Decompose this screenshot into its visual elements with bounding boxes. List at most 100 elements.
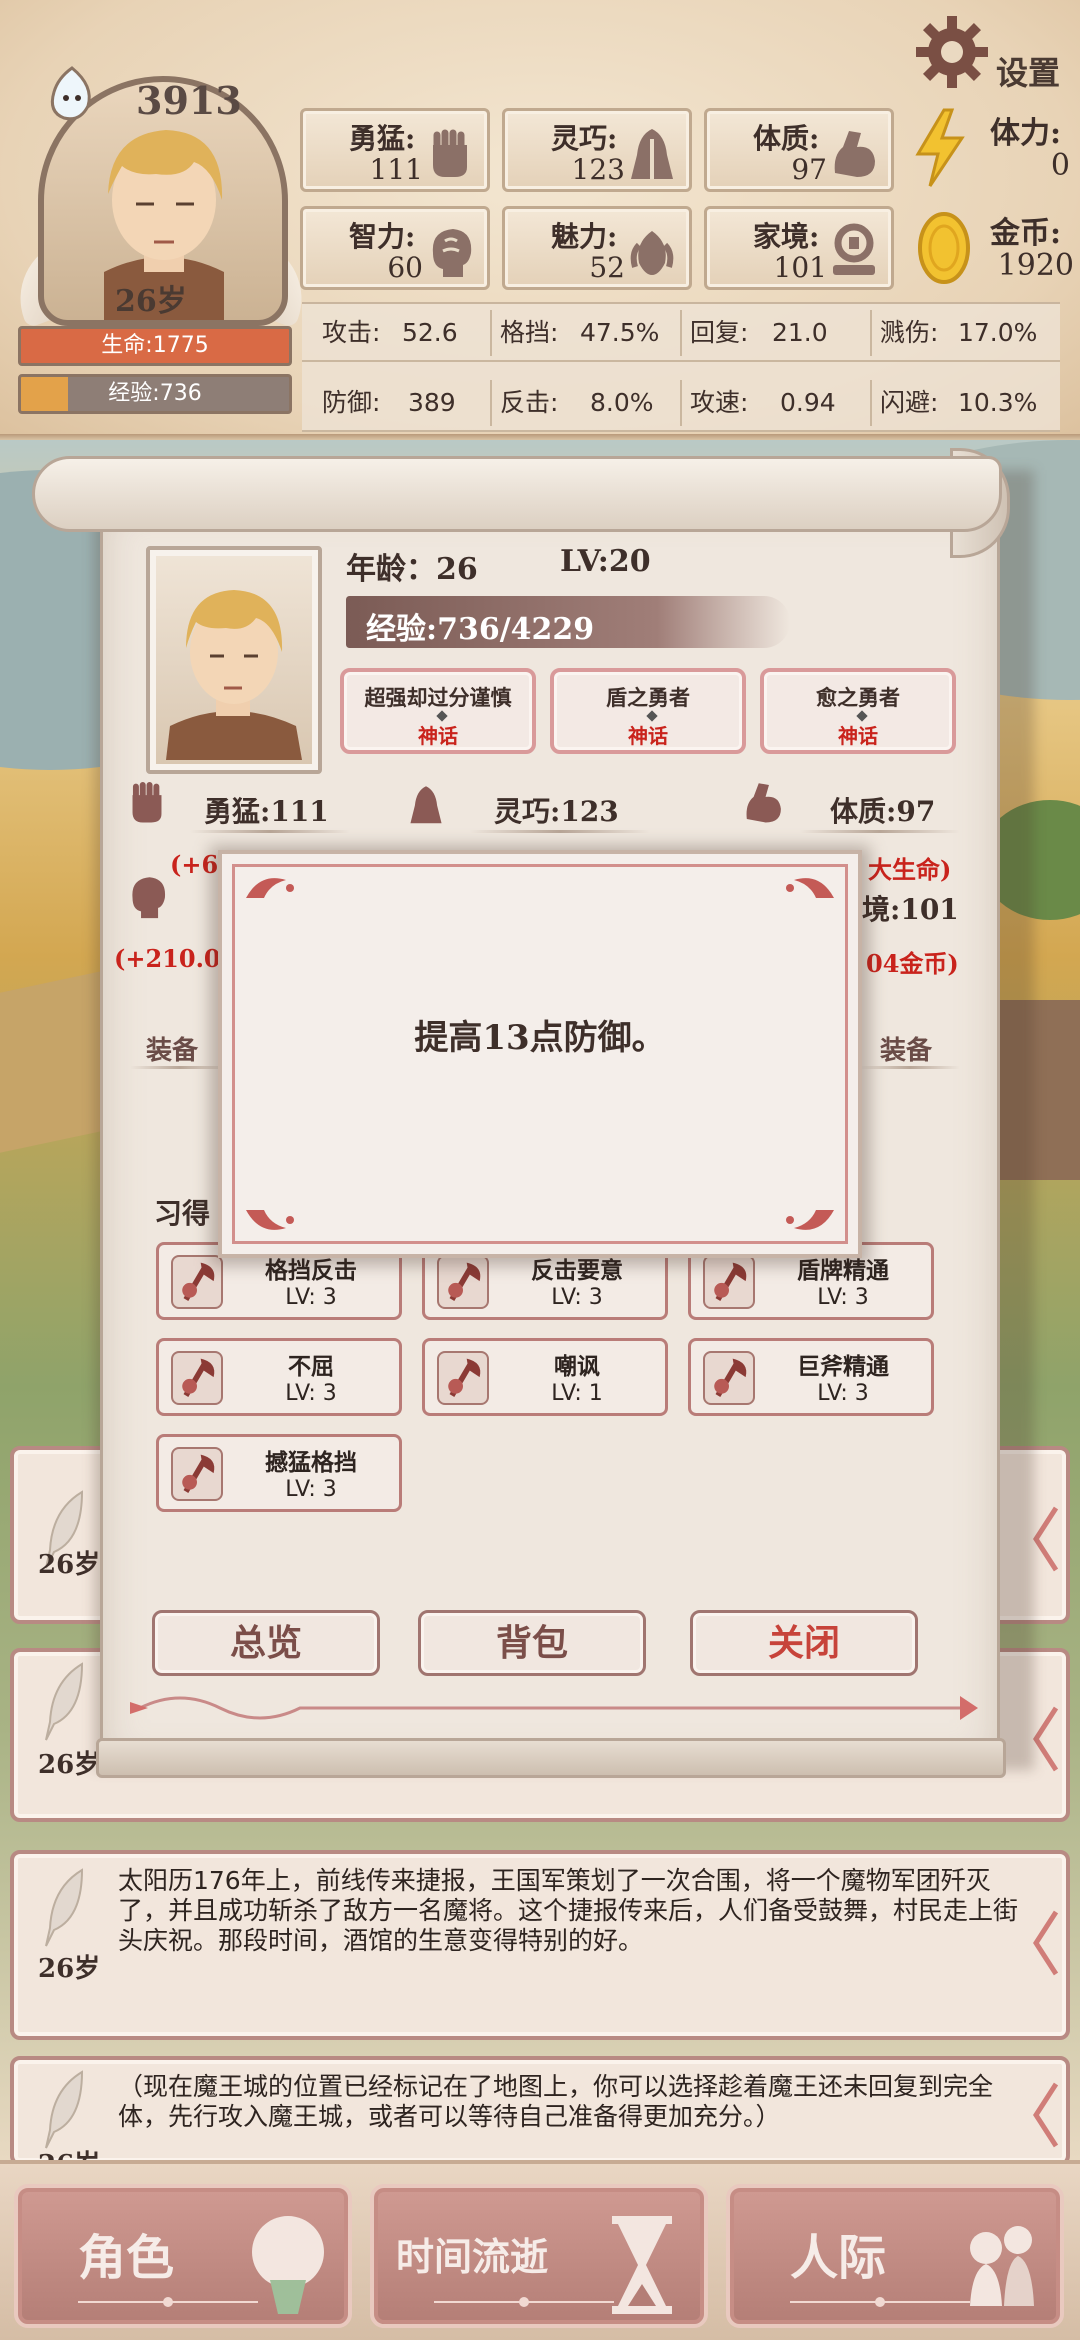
nav-tab-social[interactable]: 人际 (726, 2184, 1064, 2328)
bicep-icon (746, 783, 781, 823)
combat-row: 防御: 389 反击: 8.0% 攻速: 0.94 闪避: 10.3% (302, 374, 1060, 432)
fist-icon (433, 129, 467, 177)
log-entry: 26岁 （现在魔王城的位置已经标记在了地图上，你可以选择趁着魔王还未回复到完全体… (10, 2056, 1070, 2180)
stat-card-intellect[interactable]: 智力: 60 (300, 206, 490, 290)
stat-name: 魅力: (551, 220, 618, 253)
close-button[interactable]: 关闭 (690, 1610, 918, 1676)
combat-row: 攻击: 52.6 格挡: 47.5% 回复: 21.0 溅伤: 17.0% (302, 304, 1060, 362)
attack-label: 攻击: (322, 318, 381, 347)
log-age: 26岁 (38, 1954, 101, 1984)
block-value: 47.5% (580, 318, 660, 347)
age-label: 年龄： (346, 552, 436, 587)
title-badge[interactable]: 超强却过分谨慎 神话 (340, 668, 536, 754)
bag-button[interactable]: 背包 (418, 1610, 646, 1676)
skill-level: LV: 3 (551, 1285, 603, 1310)
popup-message: 提高13点防御。 (414, 1018, 666, 1058)
corner-ornament-icon (786, 1210, 834, 1230)
nav-tab-time[interactable]: 时间流逝 (370, 2184, 708, 2328)
stat-value: 111 (369, 153, 423, 186)
block-label: 格挡: (500, 318, 559, 347)
stat-card-constitution[interactable]: 体质: 97 (704, 108, 894, 192)
settings-button[interactable]: 设置 (996, 48, 1060, 94)
age-label: 26岁 (115, 284, 187, 319)
age-value: 26 (436, 552, 478, 587)
log-age: 26岁 (38, 1550, 101, 1580)
axe-skill-icon (171, 1447, 223, 1501)
partial-note: 04金币) (866, 949, 959, 978)
title-rarity: 神话 (838, 724, 878, 748)
stamina-stat: 体力: 0 (990, 108, 1070, 192)
skill-level: LV: 3 (285, 1381, 337, 1406)
hp-text: 生命:1775 (101, 333, 209, 358)
skill-name: 不屈 (288, 1354, 334, 1380)
gold-stat: 金币: 1920 (990, 208, 1074, 292)
title-rarity: 神话 (628, 724, 668, 748)
lightning-icon (915, 108, 965, 187)
partial-note: 大生命) (868, 855, 952, 884)
level-value: LV:20 (560, 544, 651, 579)
stat-name: 灵巧: (551, 122, 618, 155)
stat-card-charm[interactable]: 魅力: 52 (502, 206, 692, 290)
stat-name: 勇猛: (349, 122, 416, 155)
skill-name: 巨斧精通 (797, 1354, 889, 1380)
skill-item[interactable]: 撼猛格挡 LV: 3 (156, 1434, 402, 1512)
skill-level: LV: 1 (551, 1381, 603, 1406)
skill-item[interactable]: 嘲讽 LV: 1 (422, 1338, 668, 1416)
xp-bar: 经验:736 (18, 374, 292, 414)
xp-text: 经验:736 (108, 381, 202, 406)
gold-value: 1920 (997, 248, 1074, 283)
axe-skill-icon (437, 1351, 489, 1405)
gear-icon[interactable] (914, 14, 990, 90)
currency-value: 3913 (136, 78, 242, 123)
skill-level: LV: 3 (285, 1477, 337, 1502)
stat-name: 家境: (753, 220, 820, 253)
stat-value: 52 (589, 251, 625, 284)
combat-stats: 攻击: 52.6 格挡: 47.5% 回复: 21.0 溅伤: 17.0% 防御… (302, 302, 1060, 432)
atkspeed-value: 0.94 (780, 388, 836, 417)
corner-ornament-icon (246, 878, 294, 898)
quill-icon (45, 2070, 84, 2149)
partial-note: (+210.0 (114, 944, 221, 973)
stat-name: 体质: (753, 122, 820, 155)
stat-value: 101 (773, 251, 827, 284)
atkspeed-label: 攻速: (690, 388, 749, 417)
title-badge[interactable]: 盾之勇者 神话 (550, 668, 746, 754)
axe-skill-icon (703, 1351, 755, 1405)
tulip-icon (630, 231, 674, 275)
entry-tab-icon (1033, 1706, 1059, 1772)
hero-portrait-icon (166, 590, 302, 760)
stat-value: 60 (387, 251, 423, 284)
nav-label: 角色 (78, 2230, 175, 2286)
attr-agility: 灵巧:123 (494, 795, 619, 828)
age-row: 年龄：26 (346, 544, 478, 588)
stat-card-agility[interactable]: 灵巧: 123 (502, 108, 692, 192)
title-name: 愈之勇者 (816, 686, 900, 710)
stat-value: 97 (791, 153, 827, 186)
title-badge[interactable]: 愈之勇者 神话 (760, 668, 956, 754)
skill-item[interactable]: 巨斧精通 LV: 3 (688, 1338, 934, 1416)
flourish-ornament (130, 1696, 978, 1720)
stamina-label: 体力: (990, 116, 1062, 151)
counter-label: 反击: (500, 388, 559, 417)
title-name: 超强却过分谨慎 (364, 686, 512, 710)
fist-icon (132, 781, 162, 823)
coin-stack-icon (833, 223, 875, 275)
stat-card-courage[interactable]: 勇猛: 111 (300, 108, 490, 192)
skill-item[interactable]: 不屈 LV: 3 (156, 1338, 402, 1416)
defense-value: 389 (408, 388, 456, 417)
brain-icon (132, 877, 166, 919)
entry-tab-icon (1033, 1910, 1059, 1976)
nav-label: 人际 (790, 2230, 887, 2286)
axe-skill-icon (171, 1351, 223, 1405)
title-name: 盾之勇者 (606, 686, 690, 710)
skill-level: LV: 3 (817, 1285, 869, 1310)
stamina-value: 0 (1050, 148, 1070, 183)
quill-icon (45, 1662, 84, 1741)
stat-card-family[interactable]: 家境: 101 (704, 206, 894, 290)
overview-button[interactable]: 总览 (152, 1610, 380, 1676)
log-age: 26岁 (38, 1750, 101, 1780)
nav-tab-character[interactable]: 角色 (14, 2184, 352, 2328)
exp-banner: 经验:736/4229 (346, 596, 790, 648)
attr-constitution: 体质:97 (830, 795, 936, 828)
regen-value: 21.0 (772, 318, 828, 347)
